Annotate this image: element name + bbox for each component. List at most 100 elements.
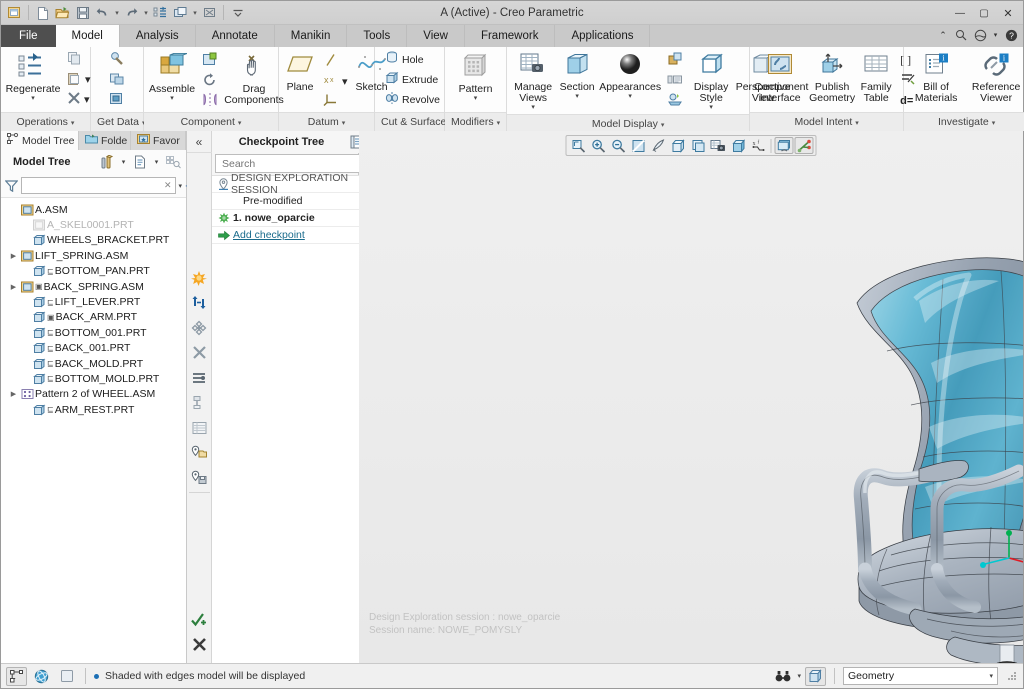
redo-icon[interactable]	[122, 3, 141, 22]
close-button[interactable]: ✕	[997, 4, 1019, 22]
nav-tab-favorites[interactable]: Favor	[131, 131, 186, 150]
chair-model-svg[interactable]	[359, 151, 1023, 663]
selection-filter-caret-icon[interactable]: ▾	[989, 672, 993, 680]
tree-node-bottom-pan[interactable]: ⊑ BOTTOM_PAN.PRT	[1, 264, 186, 279]
restore-checkpoint-icon[interactable]	[187, 290, 212, 315]
regenerate-caret-icon[interactable]: ▾	[31, 95, 35, 102]
filter-caret-icon[interactable]: ▾	[179, 182, 183, 190]
family-table-button[interactable]: Family Table	[858, 50, 894, 107]
save-icon[interactable]	[73, 3, 92, 22]
pattern-caret-icon[interactable]: ▾	[474, 95, 478, 102]
collapse-panel-button[interactable]: «	[186, 131, 212, 153]
delete-caret-icon[interactable]: ▾	[84, 93, 90, 106]
creo-app-icon[interactable]	[5, 3, 24, 22]
save-session-icon[interactable]	[187, 465, 212, 490]
tree-display-caret-icon[interactable]: ▾	[152, 158, 161, 166]
regenerate-icon[interactable]	[151, 3, 170, 22]
model-tree-filter-input[interactable]: ✕	[21, 177, 176, 194]
report-icon[interactable]	[187, 415, 212, 440]
mirror-component-button[interactable]	[198, 91, 222, 110]
set-checkpoint-icon[interactable]	[187, 315, 212, 340]
tab-manikin[interactable]: Manikin	[275, 25, 348, 47]
tree-node-wheels-bracket[interactable]: WHEELS_BRACKET.PRT	[1, 233, 186, 248]
tree-node-back-spring-asm[interactable]: ▶ ▣ BACK_SPRING.ASM	[1, 279, 186, 294]
search-icon[interactable]	[953, 26, 969, 44]
selection-filter-select[interactable]: Geometry ▾	[843, 667, 998, 685]
paste-caret-icon[interactable]: ▾	[85, 73, 91, 86]
appearances-caret-icon[interactable]: ▾	[628, 93, 632, 100]
find-caret-icon[interactable]: ▾	[797, 672, 801, 680]
account-caret-icon[interactable]: ▾	[991, 26, 1000, 44]
group-label-component[interactable]: Component ▾	[144, 112, 278, 131]
open-session-icon[interactable]	[187, 440, 212, 465]
section-caret-icon[interactable]: ▾	[575, 93, 579, 100]
assemble-button[interactable]: Assemble ▾	[148, 50, 196, 105]
window-icon[interactable]	[171, 3, 190, 22]
copy-button[interactable]	[63, 50, 95, 69]
account-icon[interactable]	[972, 26, 988, 44]
tree-node-lift-spring-asm[interactable]: ▶ LIFT_SPRING.ASM	[1, 248, 186, 263]
delete-button[interactable]: ▾	[63, 90, 95, 109]
tree-tools-icon[interactable]	[98, 153, 116, 171]
nav-tab-model-tree[interactable]: Model Tree	[1, 131, 79, 150]
tree-node-back-arm[interactable]: ▣ BACK_ARM.PRT	[1, 310, 186, 325]
tab-framework[interactable]: Framework	[465, 25, 556, 47]
checkpoint-row-add-checkpoint[interactable]: Add checkpoint	[212, 227, 378, 244]
group-label-modifiers[interactable]: Modifiers ▾	[445, 112, 507, 131]
tree-tools-caret-icon[interactable]: ▾	[119, 158, 128, 166]
tree-expander[interactable]: ▶	[7, 283, 20, 291]
extrude-button[interactable]: Extrude	[381, 70, 444, 89]
help-icon[interactable]: ?	[1003, 26, 1019, 44]
tree-node-back-001[interactable]: ⊑ BACK_001.PRT	[1, 341, 186, 356]
tab-file[interactable]: File	[1, 25, 56, 47]
customize-qat-icon[interactable]	[228, 3, 247, 22]
datum-point-caret-icon[interactable]: ▾	[342, 75, 348, 88]
ribbon-collapse-icon[interactable]: ⌃	[936, 26, 950, 44]
view-manager-button[interactable]	[663, 71, 687, 90]
copy-geometry-button[interactable]	[105, 90, 129, 109]
tree-node-pattern-2-of-wheel[interactable]: ▶ Pattern 2 of WHEEL.ASM	[1, 387, 186, 402]
manage-views-caret-icon[interactable]: ▾	[531, 104, 535, 111]
section-button[interactable]: Section ▾	[557, 50, 597, 103]
measure-icon[interactable]	[187, 390, 212, 415]
cancel-icon[interactable]	[187, 632, 212, 657]
selection-filter-icon[interactable]	[805, 666, 826, 686]
spin-center-toggle-icon[interactable]	[31, 667, 52, 686]
tree-columns-icon[interactable]	[164, 153, 182, 171]
tab-tools[interactable]: Tools	[347, 25, 408, 47]
maximize-button[interactable]: ▢	[973, 4, 995, 22]
tab-model[interactable]: Model	[55, 25, 120, 47]
hole-button[interactable]: Hole	[381, 50, 444, 69]
paste-button[interactable]: ▾	[63, 70, 95, 89]
tab-annotate[interactable]: Annotate	[196, 25, 275, 47]
tree-expander[interactable]: ▶	[7, 390, 20, 398]
coordinate-system-button[interactable]	[319, 92, 352, 111]
group-label-get-data[interactable]: Get Data▾	[91, 112, 146, 131]
appearances-button[interactable]: Appearances ▾	[599, 50, 661, 103]
group-label-datum[interactable]: Datum ▾	[279, 112, 374, 131]
assemble-caret-icon[interactable]: ▾	[170, 95, 174, 102]
redo-caret-icon[interactable]: ▾	[142, 3, 150, 22]
tab-view[interactable]: View	[407, 25, 465, 47]
tab-applications[interactable]: Applications	[555, 25, 651, 47]
group-label-cut-surface[interactable]: Cut & Surface▾	[375, 112, 453, 131]
checkpoint-list[interactable]: DESIGN EXPLORATION SESSION Pre-modified …	[212, 172, 378, 663]
window-caret-icon[interactable]: ▾	[191, 3, 199, 22]
undo-caret-icon[interactable]: ▾	[113, 3, 121, 22]
tree-node-back-mold[interactable]: ⊑ BACK_MOLD.PRT	[1, 356, 186, 371]
tree-node-a-asm[interactable]: A.ASM	[1, 202, 186, 217]
compare-icon[interactable]	[187, 365, 212, 390]
selection-box-icon[interactable]	[56, 667, 77, 686]
tree-node-bottom-mold[interactable]: ⊑ BOTTOM_MOLD.PRT	[1, 371, 186, 386]
layer-button[interactable]	[663, 51, 687, 70]
bill-of-materials-button[interactable]: i Bill of Materials	[908, 50, 964, 107]
component-interface-button[interactable]: Component Interface	[754, 50, 808, 107]
minimize-button[interactable]: —	[949, 4, 971, 22]
filter-icon[interactable]	[5, 179, 18, 192]
tree-node-lift-lever[interactable]: ⊑ LIFT_LEVER.PRT	[1, 294, 186, 309]
reference-viewer-button[interactable]: i Reference Viewer	[966, 50, 1024, 107]
regenerate-button[interactable]: Regenerate ▾	[5, 50, 61, 105]
model-tree-filter-field[interactable]	[25, 178, 164, 193]
checkpoint-row-session[interactable]: DESIGN EXPLORATION SESSION	[212, 172, 378, 196]
new-session-icon[interactable]	[187, 265, 212, 290]
